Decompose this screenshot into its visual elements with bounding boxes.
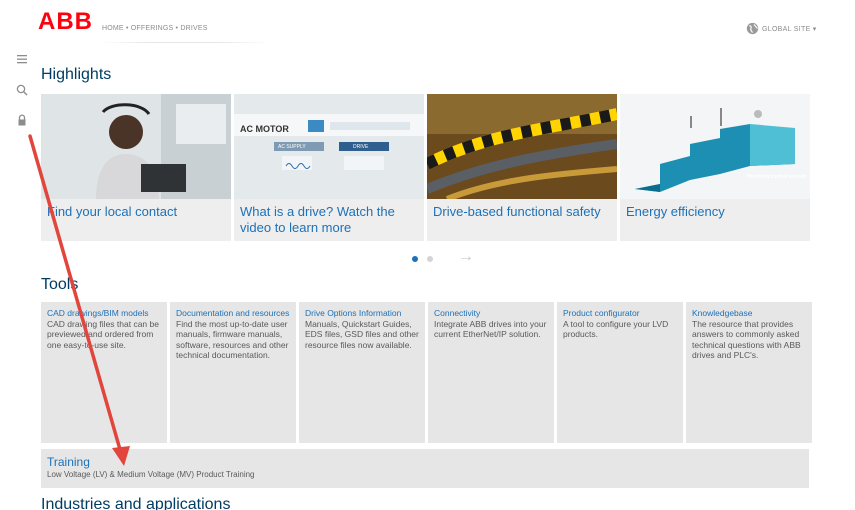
tool-tile-title[interactable]: CAD drawings/BIM models xyxy=(47,308,161,319)
tool-tile-title[interactable]: Drive Options Information xyxy=(305,308,419,319)
highlight-card-what-is-a-drive[interactable]: AC MOTOR AC SUPPLY DRIVE What is a drive… xyxy=(234,94,424,241)
ac-motor-label: AC MOTOR xyxy=(240,124,289,134)
abb-drives-page: ABB HOME • OFFERINGS • DRIVES GLOBAL SIT… xyxy=(0,0,855,510)
globe-icon[interactable] xyxy=(746,22,759,35)
tool-tile-documentation[interactable]: Documentation and resources Find the mos… xyxy=(170,302,296,443)
tool-tile-cad[interactable]: CAD drawings/BIM models CAD drawing file… xyxy=(41,302,167,443)
highlight-card-title[interactable]: Drive-based functional safety xyxy=(433,204,613,220)
highlight-card-local-contact[interactable]: Find your local contact xyxy=(41,94,231,241)
tool-tile-desc: Find the most up-to-date user manuals, f… xyxy=(176,318,289,361)
tool-tile-connectivity[interactable]: Connectivity Integrate ABB drives into y… xyxy=(428,302,554,443)
energy-graphic-label: Throttling control system xyxy=(746,174,807,180)
menu-icon[interactable] xyxy=(16,53,28,65)
carousel-dot-active[interactable] xyxy=(412,256,418,262)
tools-heading: Tools xyxy=(41,276,79,293)
highlight-card-title[interactable]: Energy efficiency xyxy=(626,204,806,220)
search-icon[interactable] xyxy=(16,84,28,96)
tool-tile-desc: The resource that provides answers to co… xyxy=(692,318,801,361)
tool-tile-desc: Manuals, Quickstart Guides, EDS files, G… xyxy=(305,318,419,350)
highlight-card-title[interactable]: What is a drive? Watch the video to lear… xyxy=(240,204,420,236)
training-tile[interactable]: Training Low Voltage (LV) & Medium Volta… xyxy=(41,449,809,488)
training-desc: Low Voltage (LV) & Medium Voltage (MV) P… xyxy=(47,470,255,479)
tool-tile-drive-options[interactable]: Drive Options Information Manuals, Quick… xyxy=(299,302,425,443)
tool-tile-knowledgebase[interactable]: Knowledgebase The resource that provides… xyxy=(686,302,812,443)
person-with-headset-photo xyxy=(41,94,231,199)
header-divider xyxy=(100,42,270,43)
training-title[interactable]: Training xyxy=(47,455,803,469)
carousel-dot[interactable] xyxy=(427,256,433,262)
carousel-next-arrow-icon[interactable]: → xyxy=(458,248,474,266)
tool-tile-desc: CAD drawing files that can be previewed … xyxy=(47,318,159,350)
lock-icon[interactable] xyxy=(16,114,28,126)
highlight-card-title[interactable]: Find your local contact xyxy=(47,204,227,220)
highlight-card-energy-efficiency[interactable]: Throttling control system Energy efficie… xyxy=(620,94,810,241)
tool-tile-desc: Integrate ABB drives into your current E… xyxy=(434,318,547,340)
drive-tag: DRIVE xyxy=(353,144,369,150)
breadcrumb[interactable]: HOME • OFFERINGS • DRIVES xyxy=(102,25,208,32)
tool-tile-product-configurator[interactable]: Product configurator A tool to configure… xyxy=(557,302,683,443)
highlights-heading: Highlights xyxy=(41,66,112,83)
cables-machinery-photo xyxy=(427,94,617,199)
ac-supply-tag: AC SUPPLY xyxy=(278,144,306,150)
abb-logo[interactable]: ABB xyxy=(38,10,93,34)
ac-motor-diagram xyxy=(234,94,424,199)
highlight-card-functional-safety[interactable]: Drive-based functional safety xyxy=(427,94,617,241)
tool-tile-title[interactable]: Connectivity xyxy=(434,308,548,319)
tool-tile-title[interactable]: Knowledgebase xyxy=(692,308,806,319)
tool-tile-title[interactable]: Documentation and resources xyxy=(176,308,290,319)
tool-tile-desc: A tool to configure your LVD products. xyxy=(563,318,669,340)
tool-tile-title[interactable]: Product configurator xyxy=(563,308,677,319)
industries-heading: Industries and applications xyxy=(41,496,231,510)
energy-chart-graphic xyxy=(620,94,810,199)
global-site-selector[interactable]: GLOBAL SITE ▾ xyxy=(762,25,817,33)
